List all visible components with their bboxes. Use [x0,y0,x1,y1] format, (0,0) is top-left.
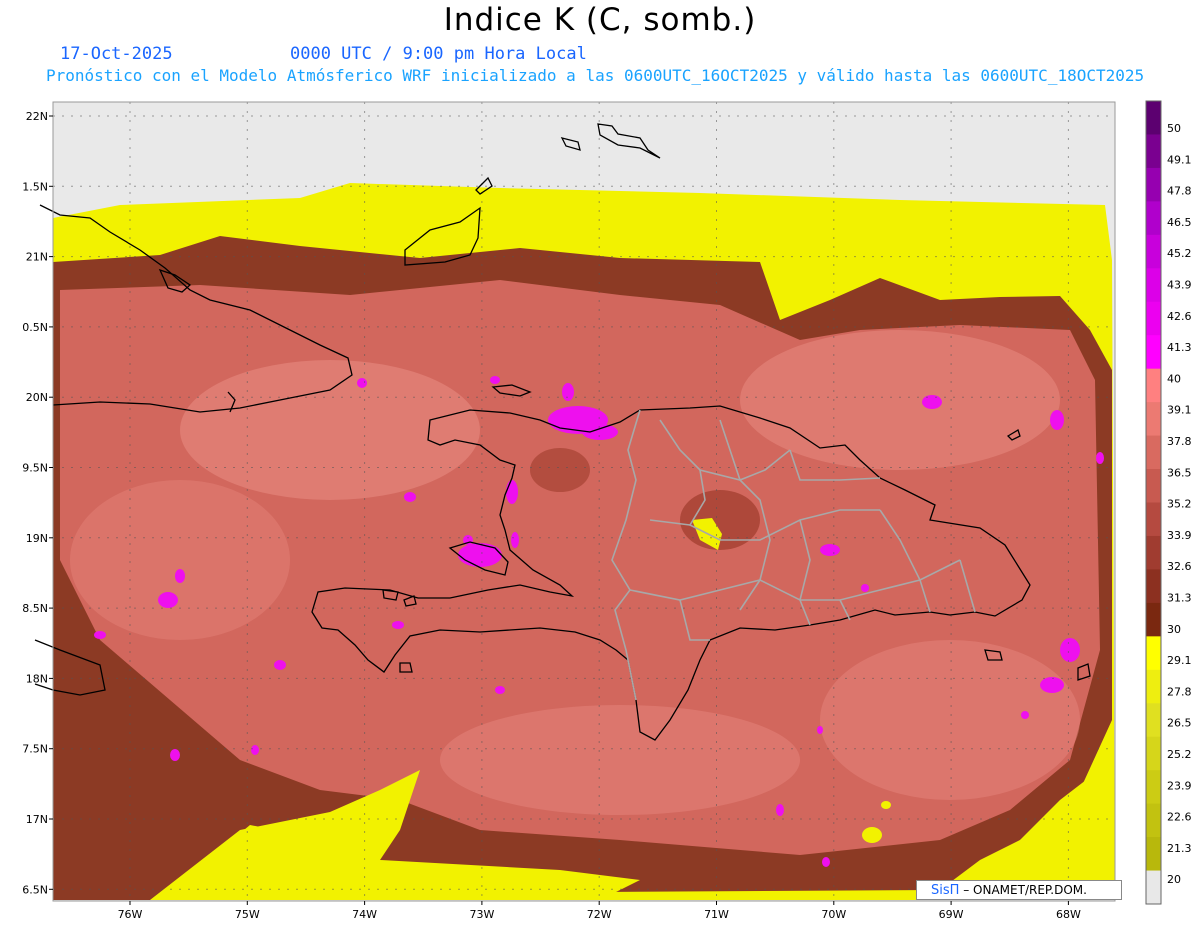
colorbar: 50 49.1 47.8 46.5 45.2 43.9 42.6 41.3 40 39.1 37.8… [1145,100,1192,905]
lon-tick-label: 70W [821,908,846,921]
field-salmon [440,705,800,815]
colorbar-swatch [1146,435,1161,470]
credit-box: SisΠ – ONAMET/REP.DOM. [916,880,1122,900]
colorbar-label: 27.8 [1167,685,1192,698]
colorbar-label: 39.1 [1167,404,1192,417]
colorbar-label: 42.6 [1167,310,1192,323]
lat-tick-label: 20N [26,391,48,404]
lat-tick-label: 21N [26,251,48,264]
field-salmon [180,360,480,500]
lon-labels: 76W 75W 74W 73W 72W 71W 70W 69W 68W [118,901,1081,921]
field-yellow-patch [862,827,882,843]
k-index-map: 22N 1.5N 21N 0.5N 20N 9.5N 19N 8.5N 18N 7.5N 17N 6.… [22,100,1192,921]
lon-tick-label: 73W [469,908,494,921]
colorbar-label: 23.9 [1167,779,1192,792]
lat-tick-label: 22N [26,110,48,123]
lon-tick-label: 72W [587,908,612,921]
field-yellow-patch [881,801,891,809]
colorbar-swatch [1146,301,1161,336]
colorbar-swatch [1146,268,1161,303]
lon-tick-label: 75W [235,908,260,921]
colorbar-swatch [1146,770,1161,805]
lat-tick-label: 9.5N [22,462,48,475]
colorbar-label: 32.6 [1167,560,1192,573]
colorbar-swatch [1146,134,1161,169]
field-dark-blob [530,448,590,492]
colorbar-label: 43.9 [1167,279,1192,292]
colorbar-swatch [1146,402,1161,437]
colorbar-swatch [1146,234,1161,269]
colorbar-swatch [1146,736,1161,771]
credit-text: – ONAMET/REP.DOM. [959,883,1087,897]
colorbar-swatch [1146,870,1161,905]
colorbar-label: 25.2 [1167,748,1192,761]
colorbar-label: 31.3 [1167,592,1192,605]
colorbar-swatch [1146,469,1161,503]
lat-tick-label: 19N [26,532,48,545]
colorbar-label: 45.2 [1167,247,1192,260]
field-salmon [820,640,1080,800]
field-salmon [70,480,290,640]
colorbar-swatch [1146,167,1161,202]
colorbar-label: 20 [1167,873,1181,886]
lat-tick-label: 8.5N [22,602,48,615]
colorbar-swatch [1146,535,1161,570]
colorbar-label: 37.8 [1167,435,1192,448]
lat-tick-label: 1.5N [22,180,48,193]
lat-tick-label: 7.5N [22,743,48,756]
colorbar-swatch [1146,636,1161,671]
colorbar-label: 50 [1167,122,1181,135]
colorbar-label: 46.5 [1167,216,1192,229]
lat-tick-label: 0.5N [22,321,48,334]
colorbar-label: 47.8 [1167,185,1192,198]
colorbar-swatch [1146,201,1161,236]
credit-brand: SisΠ [931,883,960,898]
colorbar-swatch [1146,837,1161,872]
lat-tick-label: 6.5N [22,883,48,896]
colorbar-label: 36.5 [1167,466,1192,479]
colorbar-swatch [1146,368,1161,403]
colorbar-label: 35.2 [1167,498,1192,511]
colorbar-label: 30 [1167,623,1181,636]
colorbar-swatch [1146,569,1161,604]
field-salmon [740,330,1060,470]
lat-labels: 22N 1.5N 21N 0.5N 20N 9.5N 19N 8.5N 18N 7.5N 17N 6.… [22,110,53,896]
lat-tick-label: 17N [26,813,48,826]
lon-tick-label: 74W [352,908,377,921]
colorbar-label: 40 [1167,372,1181,385]
lon-tick-label: 71W [704,908,729,921]
colorbar-swatch [1146,669,1161,704]
colorbar-label: 33.9 [1167,529,1192,542]
lon-tick-label: 68W [1056,908,1081,921]
colorbar-swatch [1146,335,1161,370]
colorbar-label: 22.6 [1167,811,1192,824]
colorbar-swatch [1146,502,1161,537]
lon-tick-label: 76W [118,908,143,921]
colorbar-swatch [1146,803,1161,838]
colorbar-swatch [1146,101,1161,135]
colorbar-label: 49.1 [1167,153,1192,166]
colorbar-swatch [1146,602,1161,637]
lon-tick-label: 69W [939,908,964,921]
colorbar-swatch [1146,703,1161,738]
colorbar-label: 41.3 [1167,341,1192,354]
colorbar-label: 26.5 [1167,717,1192,730]
colorbar-label: 21.3 [1167,842,1192,855]
lat-tick-label: 18N [26,672,48,685]
colorbar-label: 29.1 [1167,654,1192,667]
